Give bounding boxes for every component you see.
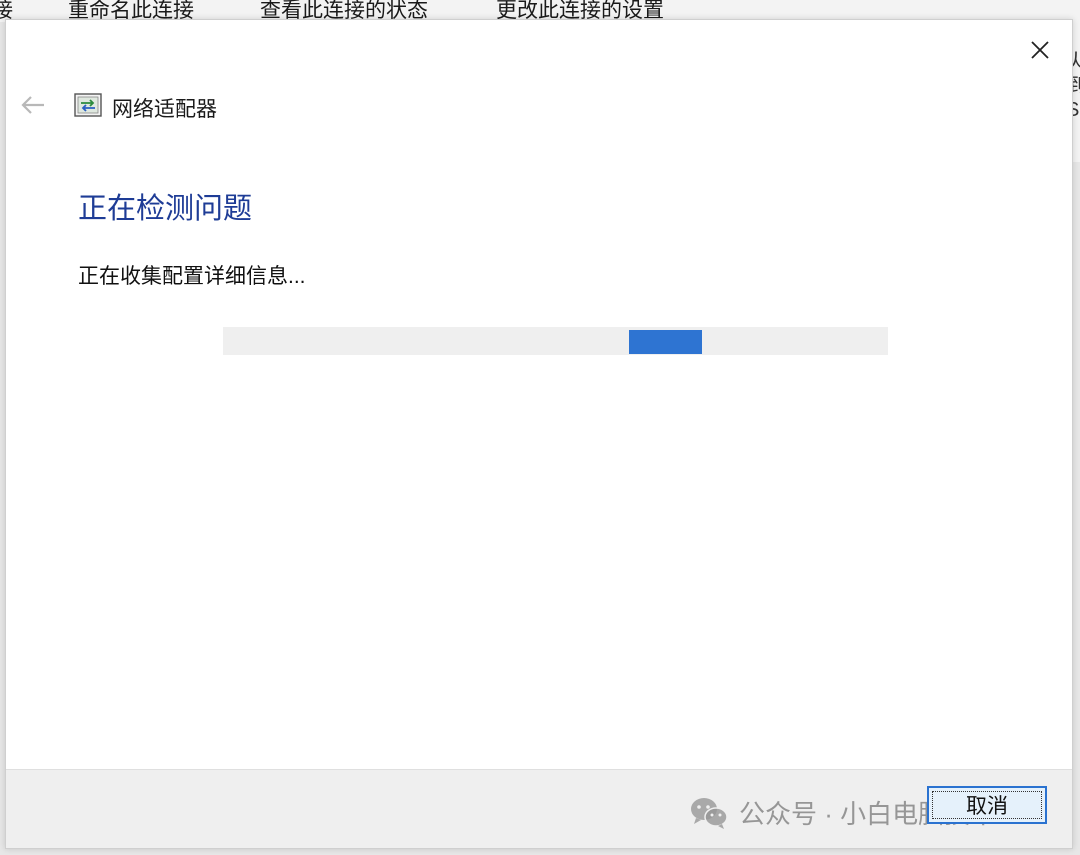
close-icon <box>1031 41 1049 59</box>
progress-indicator <box>629 330 702 354</box>
nav-title: 网络适配器 <box>112 98 217 121</box>
dialog-footer: 公众号 · 小白电脑技术 取消 <box>6 769 1072 848</box>
page-title: 正在检测问题 <box>78 193 253 225</box>
focus-ring <box>932 791 1042 819</box>
back-button[interactable] <box>18 90 48 120</box>
network-adapter-icon <box>74 93 102 117</box>
status-text: 正在收集配置详细信息... <box>78 265 306 288</box>
cancel-button[interactable]: 取消 <box>927 786 1047 824</box>
progress-bar <box>223 327 888 355</box>
close-button[interactable] <box>1022 32 1058 68</box>
wechat-icon <box>691 797 728 829</box>
troubleshooter-dialog: 网络适配器 正在检测问题 正在收集配置详细信息... 公众号 · 小白电脑技术 … <box>5 19 1073 849</box>
back-arrow-icon <box>21 96 44 114</box>
